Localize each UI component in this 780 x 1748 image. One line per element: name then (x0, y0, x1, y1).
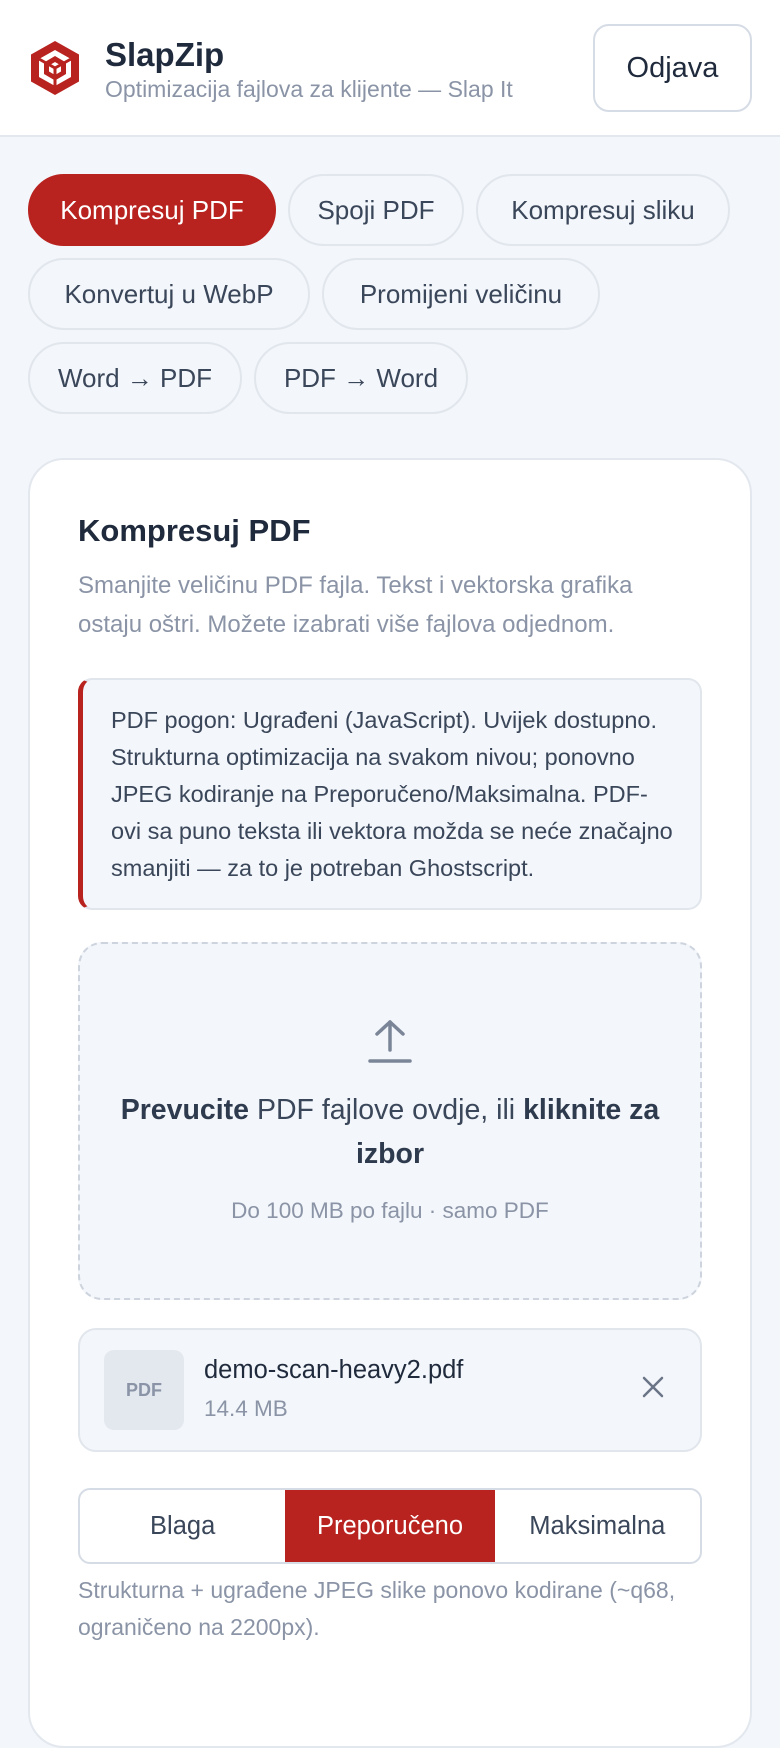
tab-compress-image[interactable]: Kompresuj sliku (476, 174, 730, 246)
tab-word-to-pdf[interactable]: Word → PDF (28, 342, 242, 414)
upload-icon (368, 1020, 412, 1063)
tab-resize[interactable]: Promijeni veličinu (322, 258, 600, 330)
close-icon[interactable] (638, 1372, 668, 1402)
app-title: SlapZip (105, 36, 225, 73)
app-subtitle: Optimizacija fajlova za klijente — Slap … (105, 76, 513, 102)
tab-compress-pdf[interactable]: Kompresuj PDF (28, 174, 276, 246)
pdf-file-icon: PDF (104, 1350, 184, 1430)
tab-pdf-to-word[interactable]: PDF → Word (254, 342, 468, 414)
file-size: 14.4 MB (204, 1396, 288, 1421)
tool-title: Kompresuj PDF (78, 513, 311, 548)
tab-convert-webp[interactable]: Konvertuj u WebP (28, 258, 310, 330)
dropzone-middle-text: PDF fajlove ovdje, ili (249, 1094, 524, 1126)
dropzone-instructions[interactable]: Prevucite PDF fajlove ovdje, ili kliknit… (110, 1088, 670, 1176)
compression-level-selector: Blaga Preporučeno Maksimalna (78, 1488, 702, 1564)
app-header: SlapZip Optimizacija fajlova za klijente… (0, 0, 780, 137)
slapzip-logo-icon (31, 41, 79, 95)
tab-merge-pdf[interactable]: Spoji PDF (288, 174, 464, 246)
level-maximum-button[interactable]: Maksimalna (495, 1490, 700, 1562)
level-mild-button[interactable]: Blaga (80, 1490, 285, 1562)
file-name: demo-scan-heavy2.pdf (204, 1356, 464, 1384)
tool-description: Smanjite veličinu PDF fajla. Tekst i vek… (78, 572, 633, 638)
engine-notice: PDF pogon: Ugrađeni (JavaScript). Uvijek… (78, 678, 702, 910)
dropzone-drag-label: Prevucite (120, 1094, 250, 1126)
level-recommended-button[interactable]: Preporučeno (285, 1490, 495, 1562)
logout-button[interactable]: Odjava (593, 24, 752, 112)
dropzone-hint: Do 100 MB po fajlu · samo PDF (231, 1198, 549, 1223)
level-description: Strukturna + ugrađene JPEG slike ponovo … (78, 1577, 676, 1640)
